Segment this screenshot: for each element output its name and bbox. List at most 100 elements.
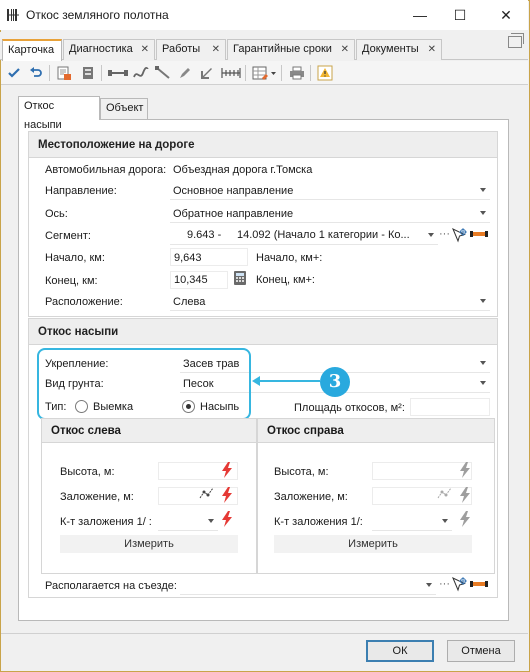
document-tab-strip: Карточка Диагностика ✕ Работы ✕ Гарантийны… xyxy=(0,32,528,61)
tab-card[interactable]: Карточка xyxy=(2,39,62,61)
toolbar-separator xyxy=(245,65,246,81)
right-height-field[interactable] xyxy=(372,462,472,480)
tab-slope[interactable]: Откос насыпи xyxy=(18,96,100,131)
lightning-icon[interactable] xyxy=(221,511,233,527)
tab-label: Документы xyxy=(362,43,419,55)
road-segment-icon[interactable] xyxy=(470,579,488,589)
callout-line xyxy=(254,380,320,382)
start-km-value: 9,643 xyxy=(174,252,202,264)
table-settings-icon[interactable] xyxy=(251,64,277,82)
move-icon[interactable] xyxy=(198,64,216,82)
chevron-down-icon xyxy=(442,519,448,523)
slope-app-icon xyxy=(6,8,20,22)
lightning-icon[interactable] xyxy=(459,462,471,478)
road-label: Автомобильная дорога: xyxy=(45,164,167,176)
exit-more-button[interactable]: ··· xyxy=(439,578,450,590)
segment-start: 9.643 - xyxy=(187,229,222,241)
area-field[interactable] xyxy=(410,398,490,416)
warning-icon[interactable] xyxy=(316,64,334,82)
tab-documents[interactable]: Документы ✕ xyxy=(356,39,442,60)
close-tab-icon[interactable]: ✕ xyxy=(428,40,436,59)
close-button[interactable]: ✕ xyxy=(486,0,526,30)
pick-on-map-icon[interactable] xyxy=(451,227,467,243)
pencil-icon[interactable] xyxy=(176,64,194,82)
lightning-icon[interactable] xyxy=(459,487,471,503)
tab-works[interactable]: Работы ✕ xyxy=(156,39,226,60)
close-tab-icon[interactable]: ✕ xyxy=(212,40,220,59)
start-km-field[interactable]: 9,643 xyxy=(170,248,248,266)
print-icon[interactable] xyxy=(288,64,306,82)
exit-label: Располагается на съезде: xyxy=(45,580,177,592)
segment-tool-icon[interactable] xyxy=(107,64,129,82)
slope-graph-icon[interactable] xyxy=(437,486,453,500)
undo-icon[interactable] xyxy=(27,64,45,82)
location-group: Местоположение на дороге xyxy=(28,131,498,317)
left-coef-label: К-т заложения 1/ : xyxy=(60,516,152,528)
right-coef-select[interactable] xyxy=(372,512,452,531)
segment-select[interactable]: 9.643 - 14.092 (Начало 1 категории - Ко.… xyxy=(170,226,438,245)
right-height-label: Высота, м: xyxy=(274,466,329,478)
lightning-icon[interactable] xyxy=(221,487,233,503)
highlight-frame xyxy=(37,348,251,420)
angle-tool-icon[interactable] xyxy=(154,64,172,82)
axis-select[interactable]: Обратное направление xyxy=(170,204,490,223)
chevron-down-icon xyxy=(480,381,486,385)
calculator-icon[interactable] xyxy=(233,270,247,286)
area-label: Площадь откосов, м²: xyxy=(294,402,405,414)
toolbar-separator xyxy=(310,65,311,81)
close-tab-icon[interactable]: ✕ xyxy=(141,40,149,59)
curve-tool-icon[interactable] xyxy=(132,64,150,82)
minimize-button[interactable]: — xyxy=(400,0,440,30)
end-km-field[interactable]: 10,345 xyxy=(170,271,228,289)
report-icon[interactable] xyxy=(55,64,73,82)
segment-value: 14.092 (Начало 1 категории - Ко... xyxy=(237,229,410,241)
tab-object[interactable]: Объект xyxy=(100,98,148,119)
position-label: Расположение: xyxy=(45,296,123,308)
axis-label: Ось: xyxy=(45,208,68,220)
location-heading: Местоположение на дороге xyxy=(29,132,497,158)
exit-select[interactable] xyxy=(180,576,436,595)
ruler-icon[interactable] xyxy=(220,64,242,82)
tab-warranty[interactable]: Гарантийные сроки ✕ xyxy=(227,39,355,60)
road-segment-icon[interactable] xyxy=(470,229,488,239)
end-kmplus-label: Конец, км+: xyxy=(256,274,315,286)
right-laying-field[interactable] xyxy=(372,487,472,505)
slope-graph-icon[interactable] xyxy=(199,486,215,500)
right-laying-label: Заложение, м: xyxy=(274,491,348,503)
lightning-icon[interactable] xyxy=(459,511,471,527)
lightning-icon[interactable] xyxy=(221,462,233,478)
left-height-label: Высота, м: xyxy=(60,466,115,478)
chevron-down-icon xyxy=(208,519,214,523)
right-slope-heading: Откос справа xyxy=(258,419,494,443)
ok-button[interactable]: ОК xyxy=(366,640,434,662)
callout-arrow-icon xyxy=(252,376,260,386)
chevron-down-icon xyxy=(426,583,432,587)
close-tab-icon[interactable]: ✕ xyxy=(341,40,349,59)
position-select[interactable]: Слева xyxy=(170,292,490,311)
axis-value: Обратное направление xyxy=(173,208,294,220)
title-bar: Откос земляного полотна — ☐ ✕ xyxy=(0,0,528,30)
chevron-down-icon xyxy=(480,299,486,303)
slope-heading: Откос насыпи xyxy=(29,319,497,345)
toolbar xyxy=(1,61,528,85)
toolbar-separator xyxy=(281,65,282,81)
end-km-label: Конец, км: xyxy=(45,275,98,287)
segment-label: Сегмент: xyxy=(45,230,91,242)
pick-on-map-icon[interactable] xyxy=(451,576,467,592)
left-coef-select[interactable] xyxy=(158,512,218,531)
chevron-down-icon xyxy=(480,211,486,215)
start-km-label: Начало, км: xyxy=(45,252,105,264)
check-icon[interactable] xyxy=(5,64,23,82)
right-measure-button[interactable]: Измерить xyxy=(274,535,472,553)
window-title: Откос земляного полотна xyxy=(26,8,169,22)
tab-diagnostics[interactable]: Диагностика ✕ xyxy=(63,39,155,60)
direction-select[interactable]: Основное направление xyxy=(170,181,490,200)
maximize-button[interactable]: ☐ xyxy=(440,0,480,30)
chevron-down-icon xyxy=(480,188,486,192)
restore-panel-icon[interactable] xyxy=(508,33,524,48)
archive-icon[interactable] xyxy=(79,64,97,82)
left-laying-label: Заложение, м: xyxy=(60,491,134,503)
segment-more-button[interactable]: ··· xyxy=(439,228,450,240)
left-measure-button[interactable]: Измерить xyxy=(60,535,238,553)
cancel-button[interactable]: Отмена xyxy=(447,640,515,662)
